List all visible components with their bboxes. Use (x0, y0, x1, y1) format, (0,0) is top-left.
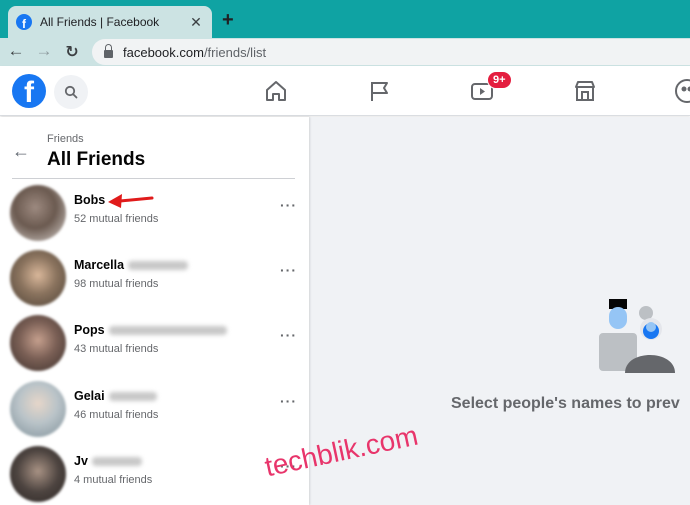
people-illustration-icon (599, 299, 675, 373)
marketplace-icon[interactable] (572, 78, 598, 104)
facebook-favicon-icon: f (16, 14, 32, 30)
friend-name[interactable]: Jv (74, 454, 142, 468)
mutual-friends-count: 46 mutual friends (74, 409, 159, 421)
browser-tab[interactable]: f All Friends | Facebook ✕ (8, 6, 212, 38)
search-button[interactable] (54, 75, 88, 109)
more-options-icon[interactable]: ··· (280, 197, 297, 213)
browser-tabstrip: f All Friends | Facebook ✕ + (0, 0, 690, 38)
browser-toolbar: ← → ↻ facebook.com/friends/list (0, 38, 690, 66)
friend-name[interactable]: Gelai (74, 389, 157, 403)
more-options-icon[interactable]: ··· (280, 262, 297, 278)
home-icon[interactable] (263, 78, 289, 104)
tab-close-icon[interactable]: ✕ (188, 14, 204, 31)
avatar[interactable] (10, 250, 66, 306)
avatar[interactable] (10, 185, 66, 241)
friend-name[interactable]: Marcella (74, 258, 189, 272)
more-options-icon[interactable]: ··· (280, 327, 297, 343)
friend-list-item[interactable]: Gelai 46 mutual friends ··· (0, 379, 309, 443)
groups-icon[interactable] (674, 78, 690, 104)
empty-state-message: Select people's names to prev (451, 395, 680, 412)
facebook-header: f (0, 66, 690, 116)
mutual-friends-count: 52 mutual friends (74, 213, 159, 225)
reload-button[interactable]: ↻ (62, 42, 82, 62)
url-text[interactable]: facebook.com/friends/list (123, 45, 266, 60)
friend-list-item[interactable]: Marcella 98 mutual friends ··· (0, 248, 309, 312)
friend-name[interactable]: Bobs (74, 193, 105, 207)
back-arrow-icon[interactable]: ← (12, 141, 30, 162)
breadcrumb[interactable]: Friends (47, 133, 84, 145)
friend-list-item[interactable]: Pops 43 mutual friends ··· (0, 313, 309, 377)
new-tab-button[interactable]: + (222, 9, 234, 32)
address-bar[interactable]: facebook.com/friends/list (92, 39, 690, 65)
friends-sidebar: ← Friends All Friends Bobs 52 mutual fri… (0, 117, 309, 505)
more-options-icon[interactable]: ··· (280, 393, 297, 409)
mutual-friends-count: 43 mutual friends (74, 343, 159, 355)
mutual-friends-count: 4 mutual friends (74, 474, 153, 486)
friend-name[interactable]: Pops (74, 323, 227, 337)
pages-flag-icon[interactable] (366, 78, 392, 104)
search-icon (64, 85, 78, 99)
mutual-friends-count: 98 mutual friends (74, 278, 159, 290)
forward-button[interactable]: → (34, 41, 54, 61)
red-arrow-icon (108, 194, 154, 208)
divider (12, 178, 295, 179)
lock-icon[interactable] (104, 44, 113, 58)
avatar[interactable] (10, 315, 66, 371)
avatar[interactable] (10, 446, 66, 502)
back-button[interactable]: ← (6, 41, 26, 61)
avatar[interactable] (10, 381, 66, 437)
page-title: All Friends (47, 149, 146, 170)
tab-title: All Friends | Facebook (40, 15, 160, 29)
notification-badge: 9+ (487, 71, 512, 89)
facebook-logo[interactable]: f (12, 74, 46, 108)
friend-list-item[interactable]: Bobs 52 mutual friends ··· (0, 183, 309, 247)
